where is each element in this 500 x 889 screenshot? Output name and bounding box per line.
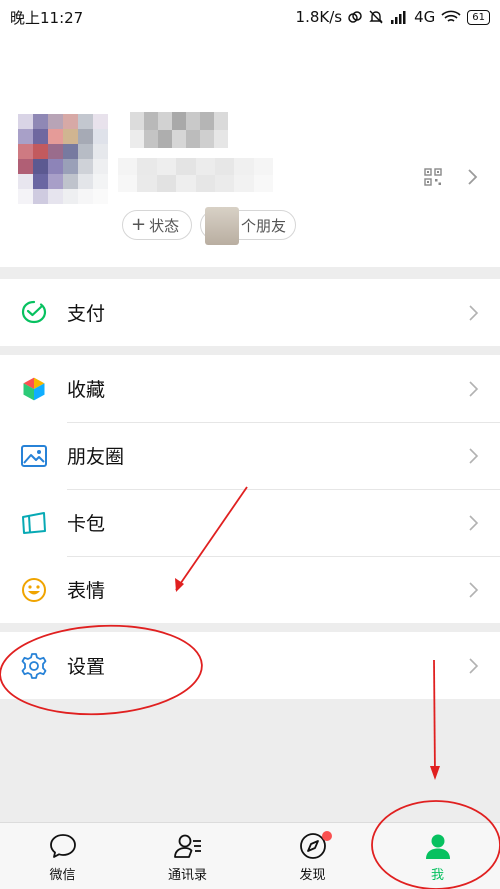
favorites-icon — [22, 375, 46, 402]
plus-icon: + — [131, 214, 147, 235]
cards-icon — [22, 511, 46, 534]
services-section: 收藏 朋友圈 卡包 表情 — [0, 355, 500, 623]
contacts-icon — [173, 834, 201, 858]
tab-chats[interactable]: 微信 — [0, 823, 125, 889]
menu-label-stickers: 表情 — [67, 580, 106, 602]
settings-icon — [21, 652, 47, 679]
chevron-right-icon — [469, 380, 479, 397]
nickname-blurred — [130, 112, 228, 148]
moments-icon — [21, 444, 47, 467]
chevron-right-icon — [469, 581, 479, 598]
notification-dot — [322, 831, 332, 841]
chevron-right-icon — [469, 514, 479, 531]
wechat-id-blurred — [118, 158, 273, 192]
tab-label-chats: 微信 — [49, 868, 76, 883]
status-button[interactable]: + 状态 — [122, 210, 192, 240]
tab-label-me: 我 — [430, 868, 444, 883]
chevron-right-icon — [469, 447, 479, 464]
friends-button-label: 个朋友 — [241, 216, 287, 235]
status-icons: 1.8K/s 4G 61 — [296, 8, 490, 26]
menu-item-settings[interactable]: 设置 — [0, 632, 500, 699]
avatar[interactable] — [18, 114, 108, 204]
network-type: 4G — [414, 8, 436, 26]
settings-section: 设置 — [0, 632, 500, 699]
qr-code-icon[interactable] — [424, 168, 442, 186]
chevron-right-icon — [469, 657, 479, 674]
status-time: 晚上11:27 — [10, 8, 84, 27]
arrow-to-me-tab-head — [430, 766, 440, 780]
pay-icon — [21, 300, 47, 323]
network-speed: 1.8K/s — [295, 8, 343, 26]
wifi-icon — [441, 10, 461, 22]
menu-item-pay[interactable]: 支付 — [0, 279, 500, 346]
menu-label-settings: 设置 — [67, 656, 106, 678]
tab-label-contacts: 通讯录 — [167, 868, 207, 883]
menu-label-pay: 支付 — [67, 303, 106, 325]
pay-section: 支付 — [0, 279, 500, 346]
menu-item-cards[interactable]: 卡包 — [0, 489, 500, 556]
chat-bubble-icon — [49, 834, 76, 858]
menu-item-stickers[interactable]: 表情 — [0, 556, 500, 623]
chevron-right-icon — [468, 169, 478, 185]
signal-icon — [391, 11, 406, 24]
tab-discover[interactable]: 发现 — [250, 823, 375, 889]
chevron-right-icon — [469, 304, 479, 321]
battery-indicator: 61 — [467, 9, 490, 25]
stickers-icon — [22, 577, 46, 602]
menu-item-moments[interactable]: 朋友圈 — [0, 422, 500, 489]
status-button-label: 状态 — [149, 216, 180, 235]
menu-item-favorites[interactable]: 收藏 — [0, 355, 500, 422]
hotspot-icon — [348, 11, 362, 23]
friends-status-button[interactable]: 个朋友 — [200, 207, 296, 245]
person-icon — [425, 834, 450, 859]
status-bar: 晚上11:27 1.8K/s 4G 61 — [0, 0, 500, 34]
tab-label-discover: 发现 — [299, 868, 326, 883]
friend-avatar — [205, 207, 239, 245]
mute-icon — [369, 10, 383, 24]
tab-contacts[interactable]: 通讯录 — [125, 823, 250, 889]
menu-label-cards: 卡包 — [67, 513, 106, 535]
bottom-tab-bar: 微信 通讯录 发现 我 — [0, 822, 500, 889]
menu-label-moments: 朋友圈 — [67, 446, 125, 468]
profile-header[interactable]: + 状态 个朋友 — [0, 34, 500, 267]
menu-label-favorites: 收藏 — [67, 379, 106, 401]
tab-me[interactable]: 我 — [375, 823, 500, 889]
